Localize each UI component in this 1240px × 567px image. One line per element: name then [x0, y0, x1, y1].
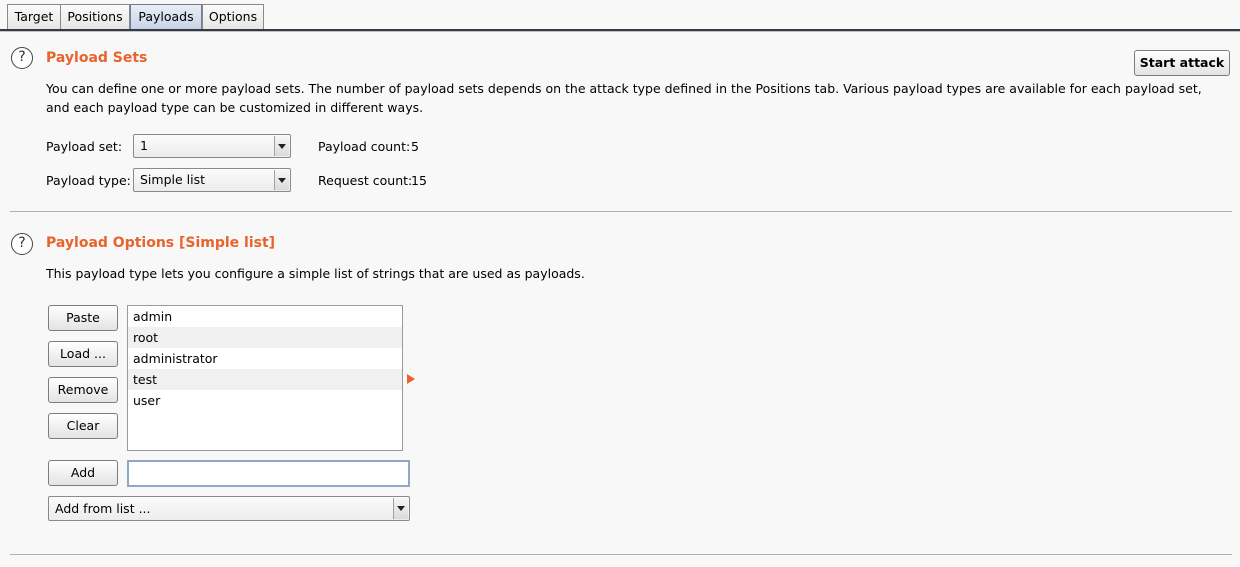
remove-button[interactable]: Remove	[48, 377, 118, 403]
payload-type-label: Payload type:	[46, 173, 131, 188]
payload-set-value: 1	[140, 138, 148, 153]
add-button[interactable]: Add	[48, 460, 118, 486]
payload-set-label: Payload set:	[46, 139, 123, 154]
payload-list[interactable]: admin root administrator test user	[127, 305, 403, 451]
list-item[interactable]: test	[128, 369, 402, 390]
add-from-list-label: Add from list ...	[55, 501, 151, 516]
section-divider	[10, 211, 1232, 212]
list-item[interactable]: admin	[128, 306, 402, 327]
payload-sets-description-line1: You can define one or more payload sets.…	[46, 81, 1202, 96]
help-icon[interactable]: ?	[11, 233, 33, 255]
request-count-label: Request count:	[318, 173, 413, 188]
payload-count-label: Payload count:	[318, 139, 411, 154]
intruder-payloads-panel: Target Positions Payloads Options ? Payl…	[0, 0, 1240, 567]
payload-sets-description-line2: and each payload type can be customized …	[46, 100, 424, 115]
payload-options-description: This payload type lets you configure a s…	[46, 266, 585, 281]
payload-set-select[interactable]: 1	[133, 134, 291, 158]
chevron-down-icon[interactable]	[393, 498, 408, 519]
clear-button[interactable]: Clear	[48, 413, 118, 439]
tab-target[interactable]: Target	[7, 4, 61, 29]
section-divider	[10, 554, 1232, 555]
tab-payloads[interactable]: Payloads	[130, 4, 202, 29]
payload-type-select[interactable]: Simple list	[133, 168, 291, 192]
add-item-input[interactable]	[127, 460, 410, 487]
tab-bar: Target Positions Payloads Options	[0, 0, 1240, 30]
list-item[interactable]: user	[128, 390, 402, 411]
list-item[interactable]: root	[128, 327, 402, 348]
paste-button[interactable]: Paste	[48, 305, 118, 331]
add-from-list-select[interactable]: Add from list ...	[48, 496, 410, 521]
list-item[interactable]: administrator	[128, 348, 402, 369]
payload-options-title: Payload Options [Simple list]	[46, 235, 276, 251]
request-count-value: 15	[411, 173, 427, 188]
chevron-down-icon[interactable]	[274, 136, 289, 156]
payload-type-value: Simple list	[140, 172, 206, 187]
tab-options[interactable]: Options	[202, 4, 264, 29]
load-button[interactable]: Load ...	[48, 341, 118, 367]
payload-count-value: 5	[411, 139, 419, 154]
payload-sets-title: Payload Sets	[46, 50, 148, 66]
tab-bar-divider-highlight	[0, 31, 1240, 32]
chevron-down-icon[interactable]	[274, 170, 289, 190]
tab-positions[interactable]: Positions	[60, 4, 130, 29]
start-attack-button[interactable]: Start attack	[1134, 50, 1230, 76]
help-icon[interactable]: ?	[11, 47, 33, 69]
arrow-marker-icon	[407, 374, 415, 384]
